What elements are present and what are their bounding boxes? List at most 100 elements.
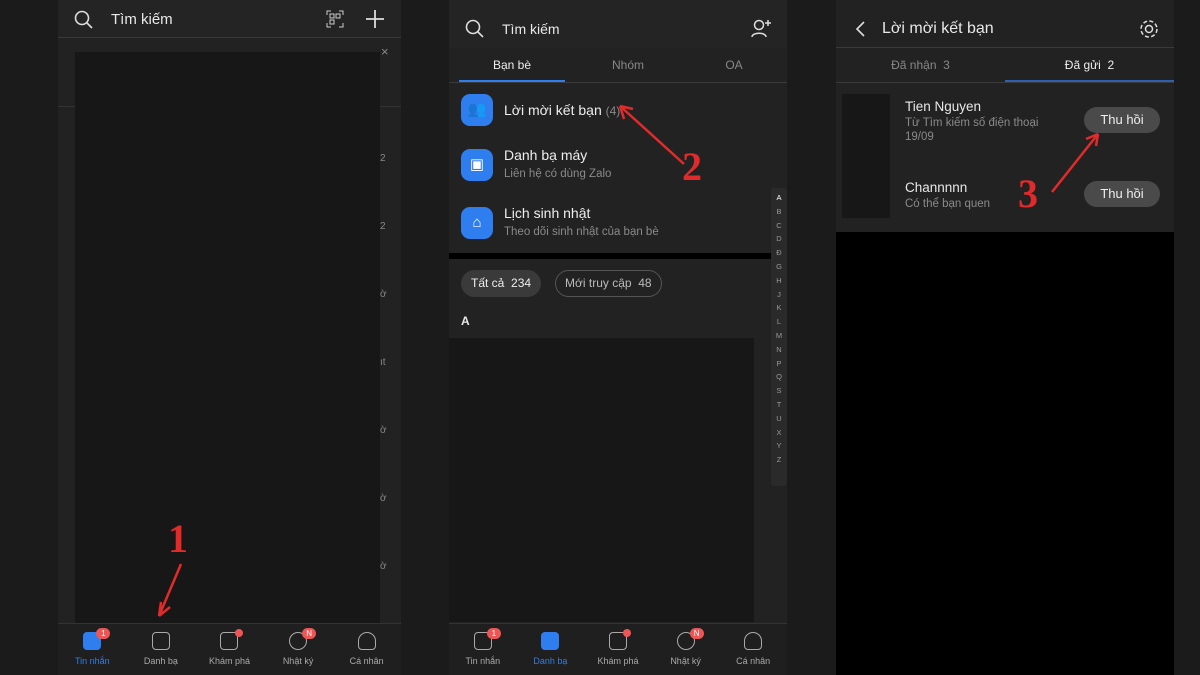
filter-all-chip[interactable]: Tất cả 234 (461, 270, 542, 297)
alphabet-letter[interactable]: A (776, 193, 781, 207)
nav-timeline[interactable]: N Nhật ký (652, 624, 720, 675)
tab-friends[interactable]: Bạn bè (459, 48, 565, 82)
annotation-arrow (1051, 132, 1100, 193)
filter-recent-chip[interactable]: Mới truy cập 48 (555, 270, 662, 297)
contacts-icon (151, 632, 170, 650)
notification-dot (234, 629, 243, 637)
request-tabs: Đã nhận 3 Đã gửi 2 (836, 47, 1174, 83)
back-icon[interactable] (854, 20, 866, 38)
bottom-nav: 1 Tin nhắn Danh bạ Khám phá N Nhật ký Cá n… (58, 623, 401, 675)
annotation-arrow (157, 563, 183, 617)
nav-label: Cá nhân (736, 656, 771, 666)
nav-label: Tin nhắn (74, 656, 110, 666)
alphabet-letter[interactable]: B (776, 207, 781, 221)
nav-timeline[interactable]: N Nhật ký (264, 624, 333, 675)
annotation-arrow (618, 104, 685, 165)
close-icon[interactable]: × (381, 44, 389, 59)
search-icon[interactable] (74, 10, 94, 30)
person-icon (744, 632, 763, 650)
nav-contacts[interactable]: Danh bạ (127, 624, 196, 675)
qr-scan-icon[interactable] (326, 10, 344, 28)
messages-screen: Tìm kiếm × 2 2 ờ ıt ờ ờ ờ 1 1 Tin nhắn Da… (58, 0, 401, 675)
birthday-calendar-item[interactable]: ⌂ Lịch sinh nhật Theo dõi sinh nhật của … (449, 197, 787, 255)
search-input[interactable]: Tìm kiếm (111, 11, 173, 28)
section-separator (449, 253, 787, 259)
alphabet-index[interactable]: ABCDĐGHJKLMNPQSTUXYZ (771, 188, 787, 486)
alphabet-letter[interactable]: K (776, 303, 781, 317)
requests-content: Lời mời kết bạn Đã nhận 3 Đã gửi 2 Tien … (836, 0, 1174, 232)
item-subtitle: Theo dõi sinh nhật của bạn bè (504, 226, 659, 238)
alphabet-letter[interactable]: D (776, 234, 781, 248)
search-header: Tìm kiếm (58, 0, 401, 38)
friend-requests-screen: Lời mời kết bạn Đã nhận 3 Đã gửi 2 Tien … (836, 0, 1174, 675)
tab-received[interactable]: Đã nhận 3 (836, 48, 1005, 82)
contacts-tabs: Bạn bè Nhóm OA (449, 48, 787, 83)
item-title: Lời mời kết bạn (4) (504, 102, 620, 118)
snippet: ıt (380, 357, 386, 368)
nav-messages[interactable]: 1 Tin nhắn (449, 624, 517, 675)
nav-label: Danh bạ (143, 656, 178, 666)
alphabet-letter[interactable]: N (776, 345, 781, 359)
request-name: Channnnn (905, 180, 968, 195)
alphabet-letter[interactable]: Z (777, 455, 782, 469)
item-title: Lịch sinh nhật (504, 205, 591, 221)
request-date: 19/09 (905, 131, 934, 143)
person-icon (357, 632, 376, 650)
tab-oa[interactable]: OA (681, 48, 787, 82)
snippet: ờ (380, 493, 387, 504)
alphabet-letter[interactable]: G (776, 262, 782, 276)
request-name: Tien Nguyen (905, 99, 982, 114)
search-header: Tìm kiếm (449, 0, 787, 48)
alphabet-letter[interactable]: L (777, 317, 781, 331)
item-title-text: Lời mời kết bạn (504, 102, 602, 118)
alphabet-letter[interactable]: H (776, 276, 781, 290)
snippet: 2 (380, 221, 386, 232)
nav-label: Cá nhân (349, 656, 384, 666)
item-subtitle: Liên hệ có dùng Zalo (504, 168, 612, 180)
tab-sent[interactable]: Đã gửi 2 (1005, 48, 1174, 82)
gear-icon[interactable] (1138, 18, 1160, 40)
add-friend-icon[interactable] (751, 18, 773, 38)
alphabet-letter[interactable]: T (777, 400, 782, 414)
bottom-nav: 1 Tin nhắn Danh bạ Khám phá N Nhật ký Cá n… (449, 623, 787, 675)
nav-profile[interactable]: Cá nhân (332, 624, 401, 675)
alphabet-letter[interactable]: J (777, 290, 781, 304)
alphabet-letter[interactable]: M (776, 331, 782, 345)
nav-messages[interactable]: 1 Tin nhắn (58, 624, 127, 675)
tab-groups[interactable]: Nhóm (575, 48, 681, 82)
conversation-snippets: 2 2 ờ ıt ờ ờ ờ (380, 125, 400, 601)
search-input[interactable]: Tìm kiếm (502, 21, 560, 37)
redacted-avatars (842, 94, 890, 218)
request-source: Có thể bạn quen (905, 198, 991, 210)
alphabet-letter[interactable]: X (776, 428, 781, 442)
contacts-screen: Tìm kiếm Bạn bè Nhóm OA 👥 Lời mời kết bạ… (449, 0, 787, 675)
snippet: 2 (380, 153, 386, 164)
nav-label: Khám phá (597, 656, 639, 666)
nav-label: Tin nhắn (465, 656, 501, 666)
alphabet-letter[interactable]: C (776, 221, 781, 235)
nav-contacts[interactable]: Danh bạ (517, 624, 585, 675)
alphabet-letter[interactable]: S (776, 386, 781, 400)
nav-profile[interactable]: Cá nhân (719, 624, 787, 675)
nav-label: Nhật ký (282, 656, 314, 666)
page-title: Lời mời kết bạn (882, 20, 994, 37)
alphabet-letter[interactable]: U (776, 414, 781, 428)
alphabet-letter[interactable]: Đ (776, 248, 781, 262)
alphabet-letter[interactable]: Q (776, 372, 782, 386)
section-header: A (461, 314, 470, 328)
alphabet-letter[interactable]: P (776, 359, 781, 373)
snippet: ờ (380, 425, 387, 436)
item-title: Danh bạ máy (504, 147, 588, 163)
badge: N (689, 628, 704, 639)
nav-label: Danh bạ (533, 656, 568, 666)
request-source: Từ Tìm kiếm số điện thoại (905, 117, 1039, 129)
nav-discover[interactable]: Khám phá (584, 624, 652, 675)
alphabet-letter[interactable]: Y (776, 441, 781, 455)
nav-label: Nhật ký (670, 656, 701, 666)
snippet: ờ (380, 561, 387, 572)
badge: 1 (96, 628, 111, 639)
nav-discover[interactable]: Khám phá (195, 624, 264, 675)
notification-dot (623, 629, 632, 637)
add-icon[interactable] (365, 9, 385, 29)
search-icon[interactable] (465, 19, 485, 39)
